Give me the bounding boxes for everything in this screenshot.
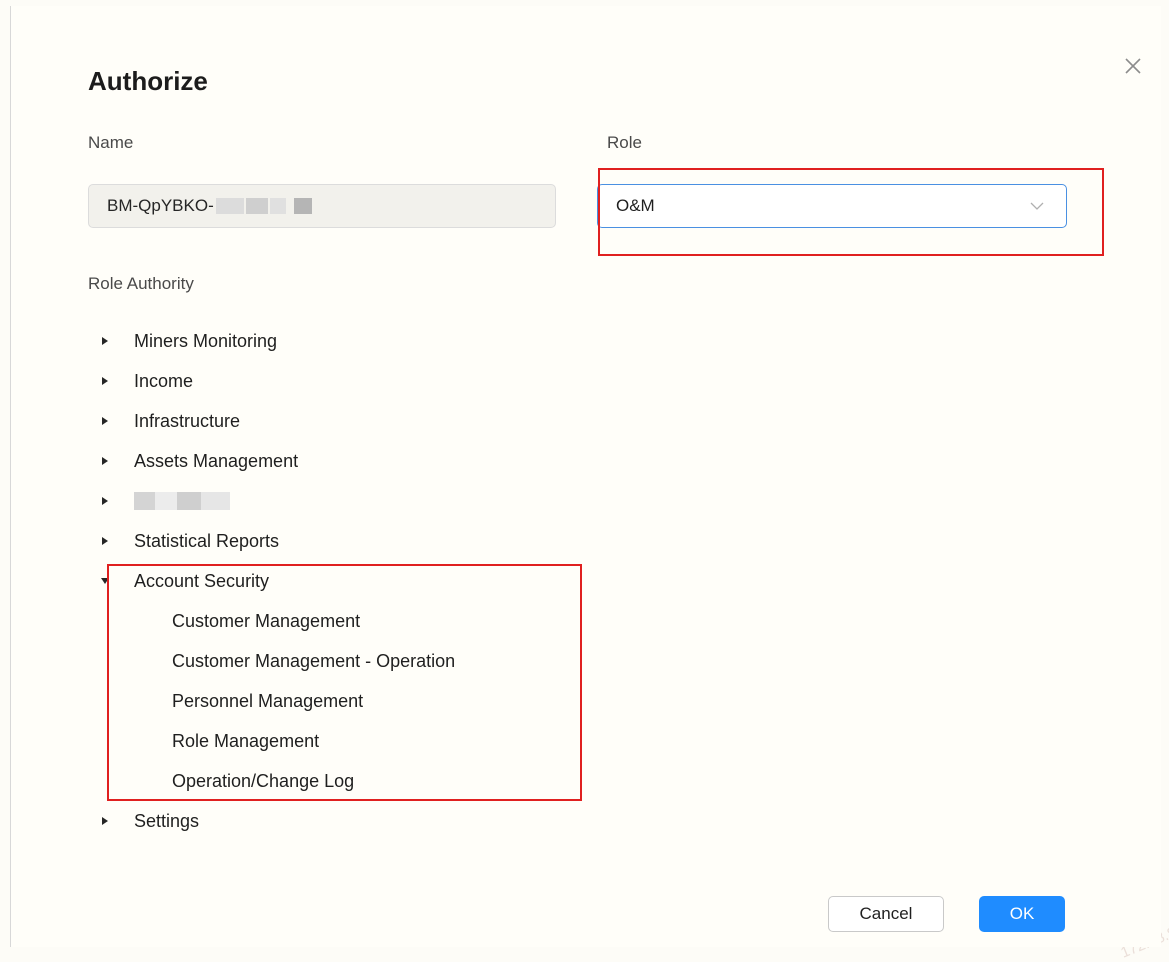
redacted-text [269, 198, 286, 214]
redacted-text [245, 198, 268, 214]
role-label: Role [607, 133, 642, 152]
ok-button[interactable]: OK [979, 896, 1065, 932]
tree-item-infrastructure[interactable]: Infrastructure [100, 408, 240, 434]
tree-item-label: Miners Monitoring [134, 330, 278, 351]
tree-item-settings[interactable]: Settings [100, 808, 199, 834]
tree-child-label: Operation/Change Log [172, 770, 355, 791]
role-authority-label: Role Authority [88, 274, 194, 293]
name-label: Name [88, 133, 134, 152]
cancel-button[interactable]: Cancel [828, 896, 944, 932]
tree-item-label: Infrastructure [134, 410, 241, 431]
caret-right-icon[interactable] [100, 536, 134, 546]
name-value: BM-QpYBKO- [107, 196, 214, 215]
caret-right-icon[interactable] [100, 456, 134, 466]
tree-item-assets-management[interactable]: Assets Management [100, 448, 298, 474]
tree-item-label: Statistical Reports [134, 530, 280, 551]
role-select[interactable]: O&M [597, 184, 1067, 228]
redacted-text [293, 198, 312, 214]
tree-child-label: Customer Management [172, 610, 361, 631]
dialog-title: Authorize [88, 66, 208, 96]
tree-item-label: Settings [134, 810, 200, 831]
tree-child-customer-management-operation[interactable]: Customer Management - Operation [172, 648, 455, 674]
tree-item-redacted[interactable] [100, 488, 230, 514]
caret-down-icon[interactable] [100, 576, 134, 586]
caret-right-icon[interactable] [100, 416, 134, 426]
role-value: O&M [616, 196, 655, 215]
tree-item-label: Income [134, 370, 194, 391]
tree-child-operation-change-log[interactable]: Operation/Change Log [172, 768, 354, 794]
caret-right-icon[interactable] [100, 336, 134, 346]
tree-item-income[interactable]: Income [100, 368, 193, 394]
chevron-down-icon [1030, 202, 1044, 210]
tree-child-personnel-management[interactable]: Personnel Management [172, 688, 363, 714]
tree-child-label: Personnel Management [172, 690, 364, 711]
close-icon [1125, 58, 1141, 74]
tree-item-miners-monitoring[interactable]: Miners Monitoring [100, 328, 277, 354]
tree-item-label: Assets Management [134, 450, 299, 471]
tree-child-customer-management[interactable]: Customer Management [172, 608, 360, 634]
tree-item-statistical-reports[interactable]: Statistical Reports [100, 528, 279, 554]
tree-child-label: Customer Management - Operation [172, 650, 456, 671]
tree-item-account-security[interactable]: Account Security [100, 568, 269, 594]
caret-right-icon[interactable] [100, 816, 134, 826]
caret-right-icon[interactable] [100, 496, 134, 506]
tree-child-role-management[interactable]: Role Management [172, 728, 319, 754]
name-field: BM-QpYBKO- [88, 184, 556, 228]
tree-item-label: Account Security [134, 570, 270, 591]
redacted-text [134, 492, 230, 510]
authorize-dialog [10, 6, 1161, 947]
redacted-text [215, 198, 244, 214]
close-button[interactable] [1121, 54, 1145, 78]
caret-right-icon[interactable] [100, 376, 134, 386]
tree-child-label: Role Management [172, 730, 320, 751]
